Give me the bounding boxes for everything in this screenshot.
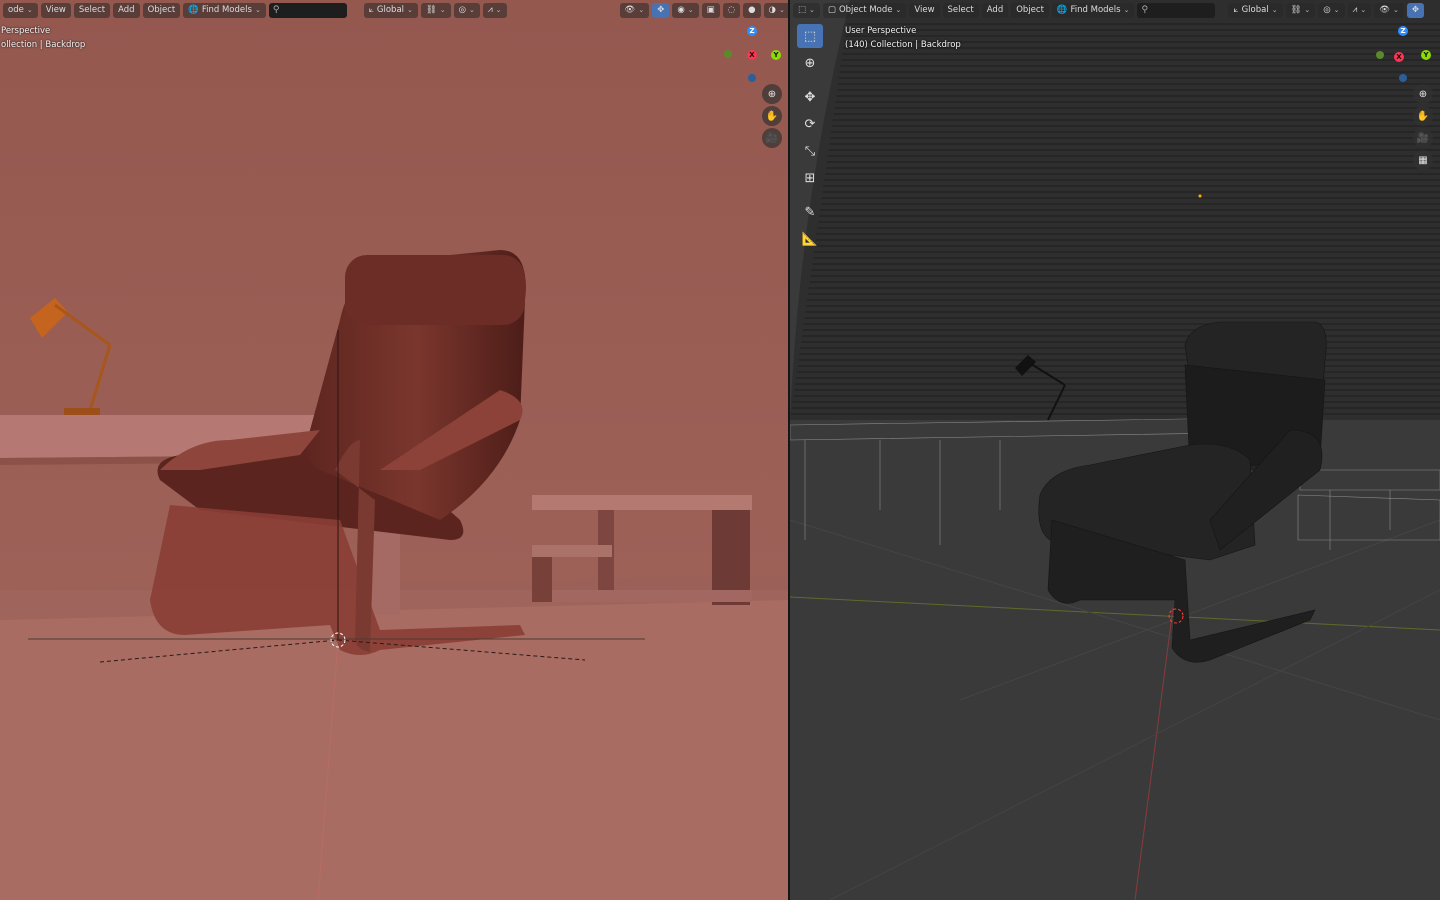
right-viewport-header: ⬚ ⌄ ▢ Object Mode ⌄ View Select Add Object … — [790, 0, 1427, 20]
collection-label: ollection | Backdrop — [1, 40, 86, 50]
object-mode-icon: ▢ — [827, 5, 836, 15]
transform-orientation-dropdown[interactable]: ⟀ Global ⌄ — [363, 2, 418, 18]
shading-material[interactable]: ◑ ⌄ — [763, 2, 788, 18]
eye-icon: 👁 — [1379, 5, 1390, 15]
camera-icon[interactable]: 🎥 — [762, 128, 782, 148]
search-icon: ⚲ — [1141, 5, 1149, 15]
mode-dropdown[interactable]: ▢ Object Mode ⌄ — [822, 2, 907, 18]
eye-icon: 👁 — [624, 5, 636, 15]
orientation-icon: ⟀ — [368, 5, 374, 15]
pivot-point-dropdown[interactable]: ⛓ ⌄ — [1285, 2, 1316, 18]
orientation-icon: ⟀ — [1233, 5, 1239, 15]
view-name-label: User Perspective — [845, 26, 917, 36]
find-models-button[interactable]: 🌐 Find Models ⌄ — [1051, 2, 1135, 18]
select-box-tool-icon[interactable]: ⬚ — [797, 24, 823, 48]
editor-type-dropdown[interactable]: ⬚ ⌄ — [793, 2, 820, 18]
gizmo-x-axis[interactable]: X — [747, 50, 757, 60]
editor-type-icon: ⬚ — [798, 5, 807, 15]
menu-object[interactable]: Object — [142, 2, 181, 18]
zoom-icon[interactable]: ⊕ — [762, 84, 782, 104]
gizmo-z-axis[interactable]: Z — [747, 26, 757, 36]
menu-view[interactable]: View — [909, 2, 940, 18]
left-3d-viewport[interactable]: ode ⌄ View Select Add Object 🌐 Find Models… — [0, 0, 788, 900]
visibility-dropdown[interactable]: 👁 ⌄ — [619, 2, 650, 18]
material-shading-icon: ◑ — [768, 5, 776, 15]
left-scene-render — [0, 0, 788, 900]
camera-icon[interactable]: 🎥 — [1413, 128, 1433, 148]
visibility-dropdown[interactable]: 👁 ⌄ — [1374, 2, 1404, 18]
gizmo-icon: ✥ — [1411, 5, 1419, 15]
gizmo-neg-z[interactable] — [748, 74, 756, 82]
gizmo-y-axis[interactable]: Y — [1421, 50, 1431, 60]
gizmo-toggle[interactable]: ✥ — [652, 2, 670, 18]
menu-add[interactable]: Add — [113, 2, 140, 18]
magnet-icon: ◎ — [458, 5, 466, 15]
menu-select[interactable]: Select — [73, 2, 111, 18]
tool-shelf: ⬚ ⊕ ✥ ⟳ ⤡ ⊞ ✎ 📐 — [795, 24, 825, 251]
search-input[interactable]: ⚲ — [1137, 2, 1216, 18]
shading-solid[interactable]: ● — [743, 2, 761, 18]
mode-dropdown[interactable]: ode ⌄ — [3, 2, 38, 18]
menu-view[interactable]: View — [40, 2, 71, 18]
transform-orientation-dropdown[interactable]: ⟀ Global ⌄ — [1228, 2, 1283, 18]
pan-hand-icon[interactable]: ✋ — [1413, 106, 1433, 126]
cursor-tool-icon[interactable]: ⊕ — [797, 51, 823, 75]
pivot-point-dropdown[interactable]: ⛓ ⌄ — [420, 2, 451, 18]
scale-tool-icon[interactable]: ⤡ — [797, 139, 823, 163]
solid-shading-icon: ● — [748, 5, 756, 15]
xray-toggle[interactable]: ▣ — [701, 2, 720, 18]
search-input[interactable]: ⚲ — [268, 2, 347, 18]
overlays-icon: ◉ — [677, 5, 685, 15]
gizmo-toggle[interactable]: ✥ — [1406, 2, 1424, 18]
navigation-gizmo[interactable]: Z X Y — [720, 22, 788, 92]
right-scene-render — [790, 0, 1440, 900]
menu-add[interactable]: Add — [981, 2, 1009, 18]
menu-select[interactable]: Select — [942, 2, 979, 18]
navigation-gizmo[interactable]: Z X Y — [1370, 22, 1440, 92]
magnet-icon: ◎ — [1323, 5, 1331, 15]
xray-icon: ▣ — [706, 5, 715, 15]
link-icon: ⛓ — [1290, 5, 1302, 15]
gizmo-neg-y[interactable] — [1376, 51, 1384, 59]
snap-dropdown[interactable]: ◎ ⌄ — [1318, 2, 1345, 18]
snap-dropdown[interactable]: ◎ ⌄ — [453, 2, 480, 18]
gizmo-z-axis[interactable]: Z — [1398, 26, 1408, 36]
overlays-toggle[interactable]: ◉ ⌄ — [672, 2, 699, 18]
annotate-tool-icon[interactable]: ✎ — [797, 200, 823, 224]
right-3d-viewport[interactable]: ⬚ ⌄ ▢ Object Mode ⌄ View Select Add Object … — [790, 0, 1440, 900]
measure-tool-icon[interactable]: 📐 — [797, 227, 823, 251]
menu-object[interactable]: Object — [1011, 2, 1049, 18]
gizmo-neg-y[interactable] — [724, 50, 732, 58]
gizmo-neg-z[interactable] — [1399, 74, 1407, 82]
proportional-icon: ⩘ — [487, 5, 493, 15]
globe-icon: 🌐 — [188, 5, 199, 15]
proportional-icon: ⩘ — [1352, 5, 1358, 15]
globe-icon: 🌐 — [1056, 5, 1068, 15]
shading-wireframe[interactable]: ◌ — [722, 2, 741, 18]
pan-hand-icon[interactable]: ✋ — [762, 106, 782, 126]
viewport-info: Perspective ollection | Backdrop — [1, 24, 85, 52]
grid-view-icon[interactable]: ▦ — [1413, 150, 1433, 170]
move-tool-icon[interactable]: ✥ — [797, 85, 823, 109]
wireframe-shading-icon: ◌ — [727, 5, 736, 15]
collection-label: (140) Collection | Backdrop — [845, 40, 961, 50]
zoom-icon[interactable]: ⊕ — [1413, 84, 1433, 104]
link-icon: ⛓ — [425, 5, 437, 15]
proportional-edit-dropdown[interactable]: ⩘ ⌄ — [1347, 2, 1372, 18]
transform-tool-icon[interactable]: ⊞ — [797, 166, 823, 190]
gizmo-y-axis[interactable]: Y — [771, 50, 781, 60]
gizmo-x-axis[interactable]: X — [1394, 52, 1404, 62]
search-icon: ⚲ — [272, 5, 280, 15]
gizmo-icon: ✥ — [657, 5, 665, 15]
view-name-label: Perspective — [1, 26, 51, 36]
find-models-button[interactable]: 🌐 Find Models ⌄ — [183, 2, 266, 18]
viewport-info: User Perspective (140) Collection | Back… — [845, 24, 961, 52]
proportional-edit-dropdown[interactable]: ⩘ ⌄ — [482, 2, 507, 18]
left-viewport-header: ode ⌄ View Select Add Object 🌐 Find Models… — [0, 0, 788, 20]
rotate-tool-icon[interactable]: ⟳ — [797, 112, 823, 136]
